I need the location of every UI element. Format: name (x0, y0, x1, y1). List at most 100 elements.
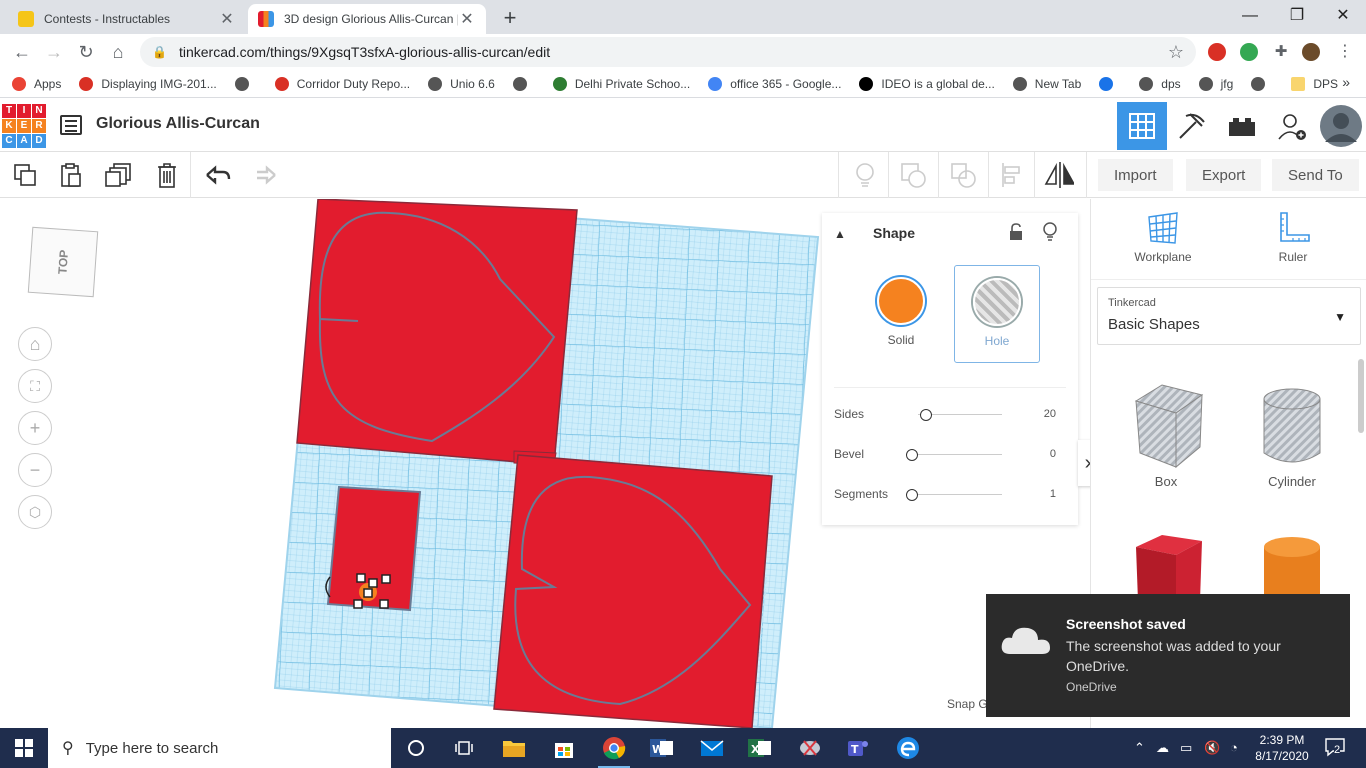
sides-value[interactable]: 20 (1044, 408, 1056, 420)
home-icon[interactable]: ⌂ (106, 40, 130, 64)
word-button[interactable]: W (646, 732, 678, 764)
bookmark-item[interactable]: jfg (1198, 76, 1233, 91)
shape-cylinder[interactable]: Cylinder (1237, 381, 1347, 489)
close-window-button[interactable]: ✕ (1323, 4, 1363, 28)
view-cube[interactable]: TOP (27, 226, 99, 298)
cortana-button[interactable] (400, 732, 432, 764)
shape-library-dropdown[interactable]: Tinkercad Basic Shapes ▼ (1097, 287, 1361, 345)
paste-button[interactable] (56, 160, 86, 190)
bookmark-item[interactable]: Apps (12, 76, 61, 91)
file-explorer-button[interactable] (498, 732, 530, 764)
lightbulb-icon[interactable] (1042, 221, 1058, 244)
bookmark-item[interactable]: Delhi Private Schoo... (552, 76, 690, 91)
segments-value[interactable]: 1 (1050, 488, 1056, 500)
close-tab-icon[interactable]: ✕ (458, 9, 476, 29)
zoom-in-button[interactable]: + (18, 411, 52, 445)
hole-swatch[interactable] (973, 278, 1021, 326)
tab-instructables[interactable]: Contests - Instructables ✕ (8, 4, 246, 34)
bricks-button[interactable] (1217, 102, 1267, 150)
bookmark-item[interactable] (234, 76, 257, 91)
volume-icon[interactable]: 🔇 (1204, 740, 1220, 756)
add-user-button[interactable] (1267, 102, 1317, 150)
close-tab-icon[interactable]: ✕ (218, 9, 236, 29)
bookmark-item[interactable] (1251, 76, 1273, 91)
onedrive-tray-icon[interactable]: ☁ (1156, 740, 1169, 756)
bevel-value[interactable]: 0 (1050, 448, 1056, 460)
tinkercad-logo[interactable]: TIN KER CAD (2, 104, 46, 148)
user-avatar[interactable] (1317, 102, 1365, 150)
bookmark-item[interactable]: New Tab (1012, 76, 1081, 91)
bookmark-star-icon[interactable]: ☆ (1168, 42, 1184, 63)
segments-slider[interactable] (906, 489, 918, 501)
notes-button[interactable] (850, 160, 880, 190)
extension-red-icon[interactable] (1208, 43, 1226, 61)
teams-button[interactable]: T (842, 732, 874, 764)
design-title[interactable]: Glorious Allis-Curcan (96, 115, 260, 133)
address-bar[interactable]: 🔒 tinkercad.com/things/9XgsqT3sfxA-glori… (140, 37, 1196, 67)
bookmark-item[interactable]: IDEO is a global de... (859, 76, 995, 91)
group-button[interactable] (898, 160, 928, 190)
delete-button[interactable] (152, 160, 182, 190)
lock-icon[interactable] (1008, 223, 1024, 244)
heart-box-top[interactable] (296, 199, 578, 466)
edge-button[interactable] (892, 732, 924, 764)
tab-tinkercad[interactable]: 3D design Glorious Allis-Curcan | Tinker… (248, 4, 486, 34)
fit-view-button[interactable]: ⛶ (18, 369, 52, 403)
shape-box[interactable]: Box (1111, 381, 1221, 489)
ruler-tool[interactable]: Ruler (1253, 211, 1333, 264)
3d-view-button[interactable] (1117, 102, 1167, 150)
chrome-button[interactable] (598, 732, 630, 768)
start-button[interactable] (0, 728, 48, 768)
tray-chevron-icon[interactable]: ⌃ (1134, 740, 1145, 756)
home-view-button[interactable]: ⌂ (18, 327, 52, 361)
panel-scrollbar[interactable] (1358, 359, 1364, 433)
snip-button[interactable] (794, 732, 826, 764)
forward-arrow-icon[interactable]: → (42, 40, 66, 64)
bevel-slider[interactable] (906, 449, 918, 461)
onedrive-notification[interactable]: Screenshot saved The screenshot was adde… (986, 594, 1350, 717)
snap-grid-label[interactable]: Snap G (947, 697, 988, 711)
back-arrow-icon[interactable]: ← (10, 40, 34, 64)
extensions-puzzle-icon[interactable]: ✚ (1272, 43, 1290, 61)
system-clock[interactable]: 2:39 PM 8/17/2020 (1250, 732, 1314, 764)
extension-green-icon[interactable] (1240, 43, 1258, 61)
bookmark-item[interactable]: Displaying IMG-201... (79, 76, 217, 91)
copy-button[interactable] (10, 160, 40, 190)
redo-button[interactable] (250, 160, 280, 190)
zoom-out-button[interactable]: − (18, 453, 52, 487)
store-button[interactable] (548, 732, 580, 764)
heart-box-bottom[interactable] (493, 454, 773, 728)
ungroup-button[interactable] (948, 160, 978, 190)
collapse-inspector-icon[interactable]: ▲ (834, 227, 846, 241)
send-to-button[interactable]: Send To (1272, 159, 1359, 191)
bookmark-item[interactable]: Corridor Duty Repo... (274, 76, 410, 91)
undo-button[interactable] (202, 160, 232, 190)
mail-button[interactable] (696, 732, 728, 764)
duplicate-button[interactable] (104, 160, 134, 190)
maximize-button[interactable]: ❐ (1277, 4, 1317, 28)
sides-slider[interactable] (920, 409, 932, 421)
battery-icon[interactable]: ▭ (1180, 740, 1192, 756)
more-bookmarks-button[interactable]: » (1342, 74, 1350, 90)
bookmark-item[interactable]: DPS (1291, 76, 1338, 91)
align-button[interactable] (996, 160, 1026, 190)
bookmark-item[interactable] (1099, 76, 1121, 91)
codeblocks-button[interactable] (1167, 102, 1217, 150)
bookmark-item[interactable] (512, 76, 535, 91)
solid-color-swatch[interactable] (877, 277, 925, 325)
bookmark-item[interactable]: dps (1139, 76, 1181, 91)
task-view-button[interactable] (448, 732, 480, 764)
bookmark-item[interactable]: Unio 6.6 (428, 76, 495, 91)
browser-menu-icon[interactable]: ⋮ (1336, 43, 1354, 61)
workplane-tool[interactable]: Workplane (1123, 211, 1203, 264)
hole-option[interactable]: Hole (954, 265, 1040, 363)
design-list-icon[interactable] (60, 115, 82, 135)
wifi-icon[interactable]: ◔ (1230, 740, 1238, 755)
reload-icon[interactable]: ↻ (74, 40, 98, 64)
bookmark-item[interactable]: office 365 - Google... (708, 76, 841, 91)
profile-avatar[interactable] (1302, 43, 1320, 61)
taskbar-search[interactable]: ⚲ Type here to search (48, 728, 391, 768)
mirror-button[interactable] (1044, 160, 1074, 190)
export-button[interactable]: Export (1186, 159, 1262, 191)
minimize-button[interactable]: — (1230, 4, 1270, 28)
